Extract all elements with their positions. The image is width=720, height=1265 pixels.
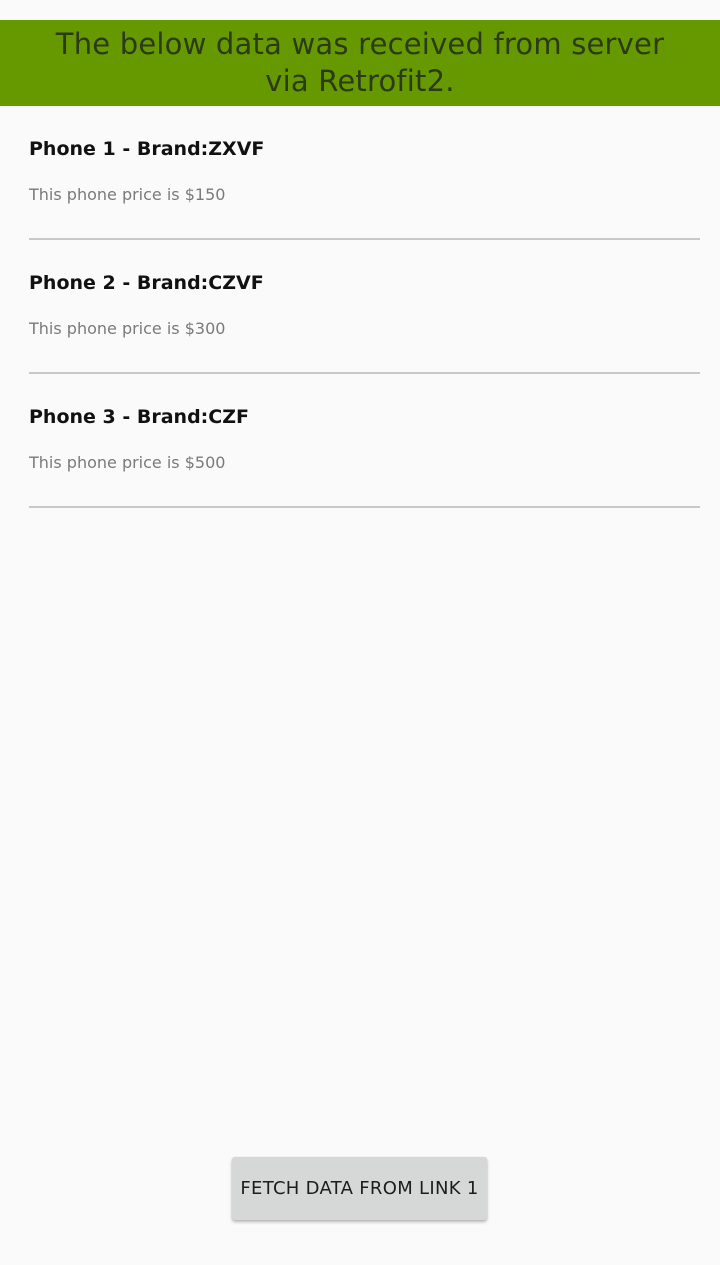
list-item[interactable]: Phone 1 - Brand:ZXVF This phone price is… [29,106,700,240]
fetch-data-button-label: FETCH DATA FROM LINK 1 [240,1178,479,1199]
fetch-data-button[interactable]: FETCH DATA FROM LINK 1 [232,1157,487,1220]
item-title: Phone 3 - Brand:CZF [29,406,249,428]
phone-list: Phone 1 - Brand:ZXVF This phone price is… [29,106,700,508]
item-subtitle: This phone price is $300 [29,319,226,338]
item-title: Phone 2 - Brand:CZVF [29,272,264,294]
status-bar [0,0,720,20]
header-banner: The below data was received from server … [0,20,720,106]
item-title: Phone 1 - Brand:ZXVF [29,138,265,160]
header-line-2: via Retrofit2. [265,64,455,98]
list-item[interactable]: Phone 2 - Brand:CZVF This phone price is… [29,240,700,374]
app-screen: The below data was received from server … [0,0,720,1265]
item-subtitle: This phone price is $150 [29,185,226,204]
list-item[interactable]: Phone 3 - Brand:CZF This phone price is … [29,374,700,508]
item-subtitle: This phone price is $500 [29,453,226,472]
header-line-1: The below data was received from server [55,27,665,61]
